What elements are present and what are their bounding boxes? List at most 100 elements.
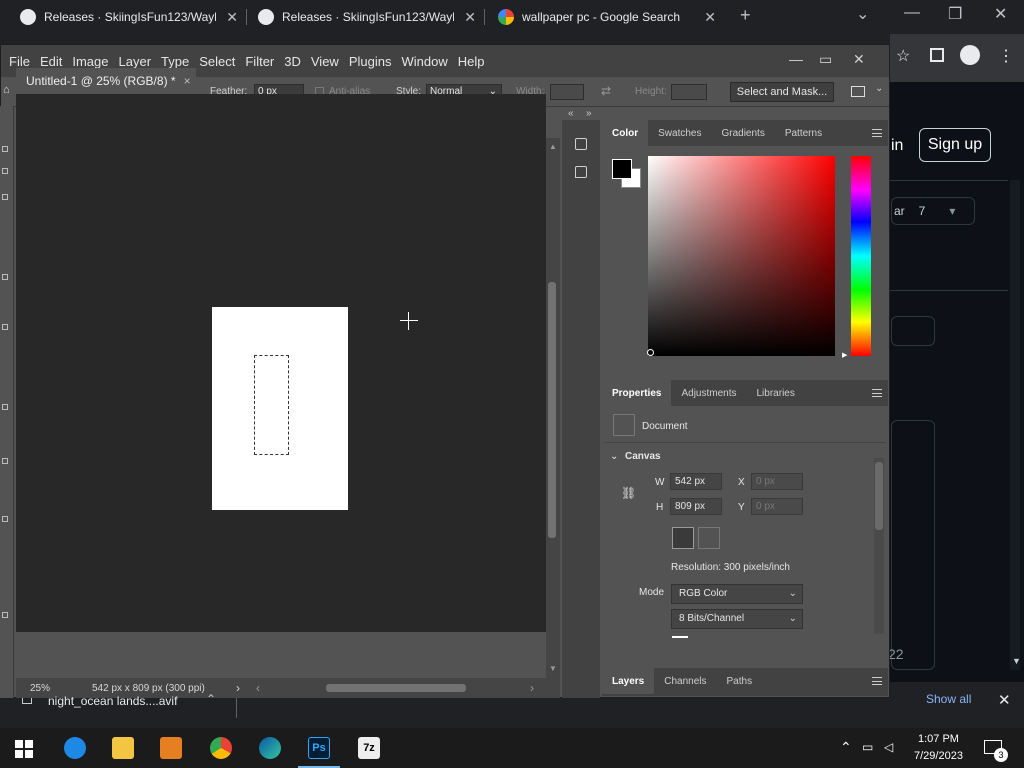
canvas-x-input[interactable]: 0 px bbox=[751, 473, 803, 490]
swap-icon[interactable]: ⇄ bbox=[601, 84, 611, 98]
width-input[interactable] bbox=[550, 84, 584, 100]
menu-file[interactable]: File bbox=[9, 54, 30, 69]
tab-libraries[interactable]: Libraries bbox=[747, 380, 805, 406]
windows-start-icon[interactable] bbox=[15, 740, 33, 758]
comments-icon[interactable] bbox=[575, 166, 587, 178]
ps-close-icon[interactable]: ✕ bbox=[853, 51, 865, 68]
collapse-panels-icon[interactable]: » bbox=[586, 108, 592, 119]
tab-channels[interactable]: Channels bbox=[654, 668, 716, 694]
browser-minimize-button[interactable]: — bbox=[904, 4, 920, 22]
browser-restore-button[interactable]: ❐ bbox=[948, 4, 962, 24]
document-tab[interactable]: Untitled-1 @ 25% (RGB/8) * × bbox=[16, 68, 196, 94]
7zip-icon[interactable]: 7z bbox=[358, 737, 380, 759]
tab-layers[interactable]: Layers bbox=[602, 668, 655, 694]
shape-tool-icon[interactable] bbox=[2, 612, 8, 618]
lasso-tool-icon[interactable] bbox=[2, 194, 8, 200]
tab-adjustments[interactable]: Adjustments bbox=[671, 380, 746, 406]
internet-explorer-icon[interactable] bbox=[64, 737, 86, 759]
foreground-color-swatch[interactable] bbox=[612, 159, 632, 179]
new-tab-button[interactable]: + bbox=[740, 5, 751, 26]
browser-tab-releases-1[interactable]: Releases · SkiingIsFun123/Wayba ✕ bbox=[0, 0, 246, 34]
workspace-icon[interactable] bbox=[851, 86, 865, 97]
star-button[interactable]: ar 7 ▾ bbox=[891, 197, 975, 225]
download-item-name[interactable]: night_ocean lands....avif bbox=[48, 694, 177, 708]
browser-tab-releases-2[interactable]: Releases · SkiingIsFun123/Wayba ✕ bbox=[238, 0, 484, 34]
volume-icon[interactable]: ◁ bbox=[884, 740, 893, 754]
color-mode-select[interactable]: RGB Color ⌄ bbox=[671, 584, 803, 604]
brush-tool-icon[interactable] bbox=[2, 324, 8, 330]
network-icon[interactable]: ▭ bbox=[862, 740, 873, 754]
menu-help[interactable]: Help bbox=[458, 54, 485, 69]
canvas-collapse-icon[interactable]: ⌄ bbox=[610, 451, 618, 462]
menu-type[interactable]: Type bbox=[161, 54, 189, 69]
bookmark-star-icon[interactable]: ☆ bbox=[896, 46, 910, 66]
media-player-icon[interactable] bbox=[160, 737, 182, 759]
scroll-down-icon[interactable]: ▼ bbox=[549, 664, 557, 673]
show-all-downloads-link[interactable]: Show all bbox=[926, 692, 971, 706]
canvas-width-input[interactable]: 542 px bbox=[670, 473, 722, 490]
tab-search-icon[interactable]: ⌄ bbox=[856, 4, 869, 24]
tab-gradients[interactable]: Gradients bbox=[711, 120, 774, 146]
type-tool-icon[interactable] bbox=[2, 516, 8, 522]
eraser-tool-icon[interactable] bbox=[2, 404, 8, 410]
bit-depth-select[interactable]: 8 Bits/Channel ⌄ bbox=[671, 609, 803, 629]
tab-swatches[interactable]: Swatches bbox=[648, 120, 711, 146]
ps-restore-icon[interactable]: ▭ bbox=[819, 51, 832, 68]
link-icon[interactable]: ⛓ bbox=[621, 486, 636, 500]
landscape-orientation-icon[interactable] bbox=[698, 527, 720, 549]
properties-scroll-thumb[interactable] bbox=[875, 462, 883, 530]
canvas-y-input[interactable]: 0 px bbox=[751, 498, 803, 515]
document-close-icon[interactable]: × bbox=[184, 74, 191, 88]
marquee-selection[interactable] bbox=[254, 355, 289, 455]
menu-view[interactable]: View bbox=[311, 54, 339, 69]
file-explorer-icon[interactable] bbox=[112, 737, 134, 759]
panel-menu-icon[interactable] bbox=[872, 389, 882, 397]
chevron-up-icon[interactable]: ⌃ bbox=[206, 692, 216, 706]
ps-minimize-icon[interactable]: — bbox=[789, 51, 803, 67]
crop-tool-icon[interactable] bbox=[2, 274, 8, 280]
menu-image[interactable]: Image bbox=[72, 54, 108, 69]
color-picker-field[interactable] bbox=[648, 156, 835, 356]
menu-select[interactable]: Select bbox=[199, 54, 235, 69]
tab-close-icon[interactable]: ✕ bbox=[464, 9, 476, 26]
browser-close-button[interactable]: ✕ bbox=[994, 4, 1007, 24]
tray-chevron-icon[interactable]: ⌃ bbox=[840, 739, 852, 756]
web-input-box[interactable] bbox=[891, 316, 935, 346]
photoshop-icon[interactable]: Ps bbox=[308, 737, 330, 759]
menu-3d[interactable]: 3D bbox=[284, 54, 301, 69]
expand-panels-icon[interactable]: « bbox=[568, 108, 574, 119]
menu-plugins[interactable]: Plugins bbox=[349, 54, 392, 69]
vertical-scroll-thumb[interactable] bbox=[548, 282, 556, 538]
chevron-down-icon[interactable]: ⌄ bbox=[875, 83, 883, 94]
clock-time[interactable]: 1:07 PM bbox=[918, 733, 959, 745]
canvas-height-input[interactable]: 809 px bbox=[670, 498, 722, 515]
scroll-up-icon[interactable]: ▲ bbox=[549, 142, 557, 151]
menu-layer[interactable]: Layer bbox=[119, 54, 152, 69]
hue-slider-handle[interactable]: ▶ bbox=[842, 351, 847, 359]
tab-close-icon[interactable]: ✕ bbox=[704, 9, 716, 26]
tab-properties[interactable]: Properties bbox=[602, 380, 672, 406]
hue-slider[interactable] bbox=[851, 156, 871, 356]
horizontal-scroll-thumb[interactable] bbox=[326, 684, 466, 692]
scroll-right-icon[interactable]: › bbox=[530, 681, 534, 695]
panel-menu-icon[interactable] bbox=[872, 677, 882, 685]
scroll-down-icon[interactable]: ▼ bbox=[1012, 656, 1021, 666]
tab-close-icon[interactable]: ✕ bbox=[226, 9, 238, 26]
web-scrollbar[interactable] bbox=[1010, 180, 1020, 670]
height-input[interactable] bbox=[671, 84, 707, 100]
profile-avatar-icon[interactable] bbox=[960, 45, 980, 65]
panel-menu-icon[interactable] bbox=[872, 129, 882, 137]
scroll-left-icon[interactable]: ‹ bbox=[256, 681, 260, 695]
home-icon[interactable]: ⌂ bbox=[3, 84, 10, 96]
history-icon[interactable] bbox=[575, 138, 587, 150]
zoom-level[interactable]: 25% bbox=[30, 683, 50, 694]
side-panel-icon[interactable] bbox=[930, 48, 944, 62]
close-download-bar-icon[interactable]: ✕ bbox=[998, 691, 1011, 709]
browser-menu-icon[interactable]: ⋮ bbox=[998, 46, 1014, 66]
tab-color[interactable]: Color bbox=[602, 120, 649, 146]
sign-up-button[interactable]: Sign up bbox=[919, 128, 991, 162]
menu-edit[interactable]: Edit bbox=[40, 54, 62, 69]
pen-tool-icon[interactable] bbox=[2, 458, 8, 464]
menu-filter[interactable]: Filter bbox=[245, 54, 274, 69]
select-and-mask-button[interactable]: Select and Mask... bbox=[730, 82, 834, 102]
